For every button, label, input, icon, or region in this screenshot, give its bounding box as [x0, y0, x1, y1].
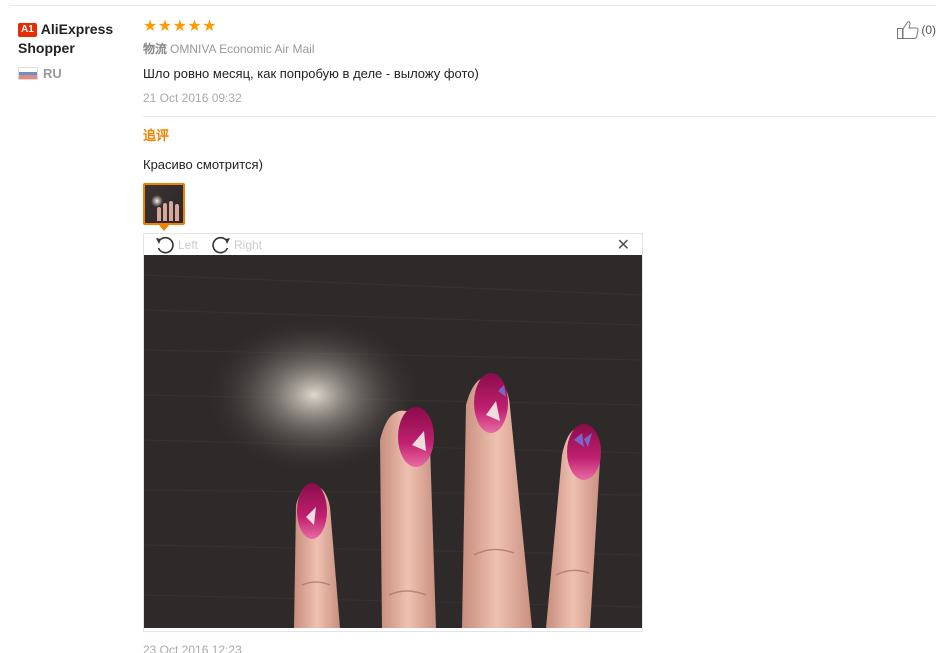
star-icon: ★: [172, 16, 187, 35]
rotate-left-icon: [156, 236, 174, 254]
star-icon: ★: [143, 16, 158, 35]
rotate-left-label: Left: [178, 238, 199, 252]
feedback-divider: [143, 116, 936, 117]
nail-art-photo: [144, 255, 642, 628]
helpful-button[interactable]: (0): [896, 20, 936, 40]
thumbnail-finger: [175, 204, 179, 221]
additional-feedback-text: Красиво смотрится): [143, 157, 263, 172]
close-viewer-button[interactable]: ✕: [617, 236, 630, 254]
photo-thumbnail[interactable]: [143, 183, 185, 225]
thumbnail-light-spot: [151, 195, 163, 207]
feedback-date: 21 Oct 2016 09:32: [143, 91, 242, 105]
star-rating: ★ ★ ★ ★ ★: [143, 16, 936, 36]
thumbnail-finger: [163, 203, 167, 221]
star-icon: ★: [157, 16, 173, 35]
reviewer-info: A1 AliExpress Shopper RU: [18, 20, 138, 81]
additional-feedback-title: 追评: [143, 128, 170, 143]
review-photo: [144, 255, 642, 628]
rotate-right-icon: [212, 236, 230, 254]
rotate-right-label: Right: [234, 238, 263, 252]
logistics-value: OMNIVA Economic Air Mail: [170, 42, 315, 56]
rotate-right-button[interactable]: Right: [210, 235, 262, 255]
country-code: RU: [43, 66, 62, 81]
photo-thumbnail-wrap: [143, 183, 185, 231]
thumbnail-finger: [169, 201, 173, 221]
logistics-label: 物流: [143, 42, 168, 56]
helpful-count: (0): [921, 23, 936, 37]
photo-viewer: Left Right ✕: [143, 233, 643, 632]
reviewer-name-block: A1 AliExpress Shopper: [18, 20, 138, 58]
photo-viewer-toolbar: Left Right ✕: [144, 234, 642, 255]
thumbnail-finger: [157, 207, 161, 221]
additional-feedback-date: 23 Oct 2016 12:23: [143, 643, 242, 653]
thumbs-up-icon: [897, 21, 919, 39]
top-divider: [10, 5, 936, 6]
star-icon: ★: [202, 16, 217, 35]
rotate-left-button[interactable]: Left: [154, 235, 198, 255]
feedback-content: ★ ★ ★ ★ ★ 物流 OMNIVA Economic Air Mail Шло…: [143, 16, 936, 173]
logistics-info: 物流 OMNIVA Economic Air Mail: [143, 41, 936, 57]
russia-flag-icon: [18, 67, 38, 80]
flag-stripe-red: [19, 75, 37, 79]
thumbnail-selected-caret: [159, 225, 169, 231]
reviewer-country: RU: [18, 66, 138, 81]
star-icon: ★: [187, 16, 202, 35]
feedback-text: Шло ровно месяц, как попробую в деле - в…: [143, 66, 479, 81]
user-level-badge: A1: [18, 23, 37, 37]
